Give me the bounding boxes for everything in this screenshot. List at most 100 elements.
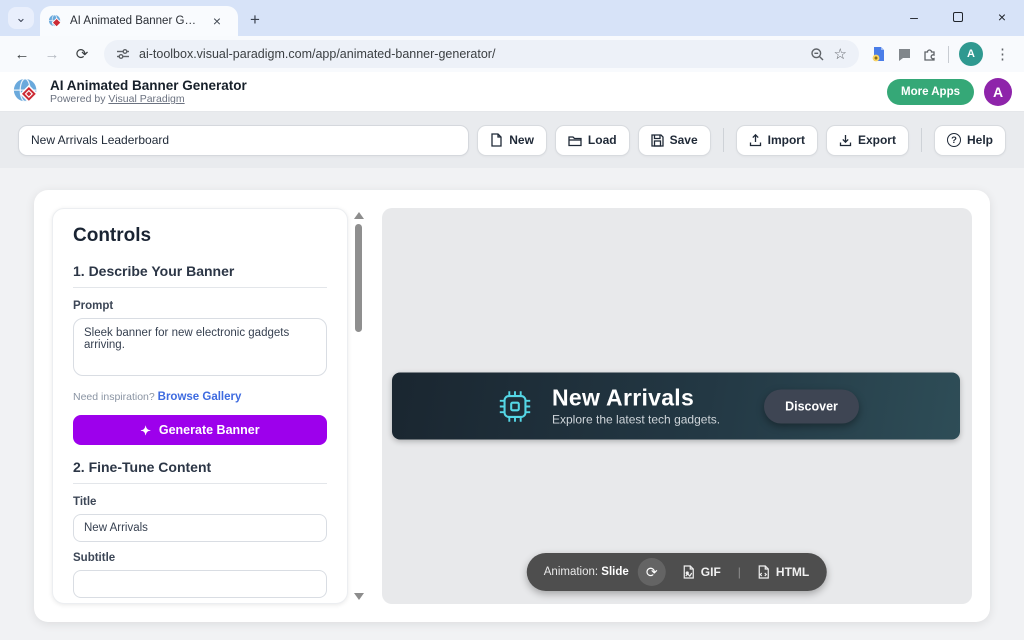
browser-toolbar: ← → ⟳ ai-toolbox.visual-paradigm.com/app…	[0, 36, 1024, 72]
title-label: Title	[73, 496, 327, 508]
extensions-puzzle-icon[interactable]	[922, 46, 938, 62]
chevron-down-icon: ⌄	[16, 10, 27, 26]
prompt-label: Prompt	[73, 300, 327, 312]
load-button[interactable]: Load	[555, 125, 630, 156]
bookmark-star-icon[interactable]: ☆	[834, 45, 847, 63]
banner-subtitle: Explore the latest tech gadgets.	[552, 413, 720, 427]
new-button-label: New	[509, 133, 534, 147]
controls-heading: Controls	[73, 225, 327, 247]
export-button[interactable]: Export	[826, 125, 909, 156]
window-controls: – ×	[892, 0, 1024, 34]
scroll-up-arrow-icon[interactable]	[354, 212, 364, 219]
close-window-button[interactable]: ×	[980, 0, 1024, 34]
project-name-input[interactable]	[18, 125, 469, 156]
more-apps-button[interactable]: More Apps	[887, 79, 974, 105]
app-title: AI Animated Banner Generator	[50, 78, 247, 93]
section-describe-banner: 1. Describe Your Banner	[73, 263, 327, 279]
help-button-label: Help	[967, 133, 993, 147]
address-bar[interactable]: ai-toolbox.visual-paradigm.com/app/anima…	[104, 40, 859, 68]
browser-tab[interactable]: AI Animated Banner Generator ×	[40, 6, 238, 36]
animation-label: Animation: Slide	[544, 566, 629, 578]
toolbar-divider	[948, 46, 949, 63]
refresh-icon: ⟳	[646, 564, 658, 581]
tab-title: AI Animated Banner Generator	[70, 15, 202, 27]
html-button-label: HTML	[776, 565, 809, 579]
inspiration-row: Need inspiration? Browse Gallery	[73, 391, 327, 403]
favicon	[48, 14, 63, 29]
url-text[interactable]: ai-toolbox.visual-paradigm.com/app/anima…	[139, 47, 801, 61]
side-panel-icon[interactable]	[897, 47, 912, 62]
section-divider	[73, 483, 327, 484]
gif-file-icon	[683, 565, 695, 579]
section-divider	[73, 287, 327, 288]
import-button[interactable]: Import	[736, 125, 818, 156]
workspace: New Load Save Impo	[0, 112, 1024, 640]
help-button[interactable]: ? Help	[934, 125, 1006, 156]
browser-menu-icon[interactable]: ⋮	[993, 45, 1012, 63]
scroll-down-arrow-icon[interactable]	[354, 593, 364, 600]
banner-cta-button[interactable]: Discover	[764, 389, 859, 423]
tab-search-button[interactable]: ⌄	[8, 7, 34, 29]
browse-gallery-link[interactable]: Browse Gallery	[158, 391, 242, 403]
preview-control-bar: Animation: Slide ⟳ GIF |	[527, 553, 827, 591]
section-fine-tune: 2. Fine-Tune Content	[73, 459, 327, 475]
save-button-label: Save	[670, 133, 698, 147]
project-toolbar: New Load Save Impo	[0, 112, 1024, 168]
powered-prefix: Powered by	[50, 93, 105, 105]
app-title-block: AI Animated Banner Generator Powered by …	[50, 78, 247, 105]
animation-value: Slide	[601, 566, 628, 578]
export-html-button[interactable]: HTML	[750, 565, 817, 579]
prompt-textarea[interactable]: Sleek banner for new electronic gadgets …	[73, 318, 327, 376]
import-button-label: Import	[768, 133, 805, 147]
scrollbar-thumb[interactable]	[355, 224, 362, 332]
folder-open-icon	[568, 134, 582, 147]
app-header: AI Animated Banner Generator Powered by …	[0, 72, 1024, 112]
title-input[interactable]	[73, 514, 327, 542]
gif-button-label: GIF	[701, 565, 721, 579]
site-settings-icon[interactable]	[116, 47, 130, 61]
forward-button[interactable]: →	[38, 40, 66, 68]
reload-button[interactable]: ⟳	[68, 40, 96, 68]
floppy-icon	[651, 134, 664, 147]
new-tab-button[interactable]: +	[250, 10, 260, 30]
banner-title: New Arrivals	[552, 386, 720, 411]
chip-icon	[496, 387, 534, 425]
help-icon: ?	[947, 133, 961, 147]
zoom-out-icon[interactable]	[810, 47, 825, 62]
export-gif-button[interactable]: GIF	[675, 565, 729, 579]
subtitle-input[interactable]	[73, 570, 327, 598]
main-card: Controls 1. Describe Your Banner Prompt …	[34, 190, 990, 622]
toolbar-right-icons: A ⋮	[867, 42, 1016, 66]
app-logo	[12, 77, 42, 107]
sparkle-icon: ✦	[140, 423, 150, 438]
back-button[interactable]: ←	[8, 40, 36, 68]
upload-icon	[749, 133, 762, 147]
load-button-label: Load	[588, 133, 617, 147]
download-icon	[839, 133, 852, 147]
refresh-animation-button[interactable]: ⟳	[638, 558, 666, 586]
file-icon	[490, 133, 503, 147]
maximize-button[interactable]	[936, 0, 980, 34]
inspiration-text: Need inspiration?	[73, 391, 158, 403]
save-button[interactable]: Save	[638, 125, 711, 156]
new-button[interactable]: New	[477, 125, 547, 156]
app-user-avatar[interactable]: A	[984, 78, 1012, 106]
browser-profile-avatar[interactable]: A	[959, 42, 983, 66]
generate-banner-label: Generate Banner	[159, 423, 260, 437]
controls-panel: Controls 1. Describe Your Banner Prompt …	[52, 208, 348, 604]
generated-banner: New Arrivals Explore the latest tech gad…	[392, 373, 960, 440]
html-file-icon	[758, 565, 770, 579]
visual-paradigm-link[interactable]: Visual Paradigm	[108, 93, 184, 105]
header-right: More Apps A	[887, 78, 1012, 106]
generate-banner-button[interactable]: ✦ Generate Banner	[73, 415, 327, 445]
docs-offline-icon[interactable]	[871, 46, 887, 62]
export-button-label: Export	[858, 133, 896, 147]
banner-text-block: New Arrivals Explore the latest tech gad…	[552, 386, 720, 427]
minimize-button[interactable]: –	[892, 0, 936, 34]
controls-scrollbar[interactable]	[352, 208, 366, 604]
toolbar-separator	[723, 128, 724, 152]
browser-tab-strip: ⌄ AI Animated Banner Generator × + – ×	[0, 0, 1024, 36]
maximize-icon	[953, 12, 963, 22]
tab-close-icon[interactable]: ×	[209, 13, 225, 29]
subtitle-label: Subtitle	[73, 552, 327, 564]
